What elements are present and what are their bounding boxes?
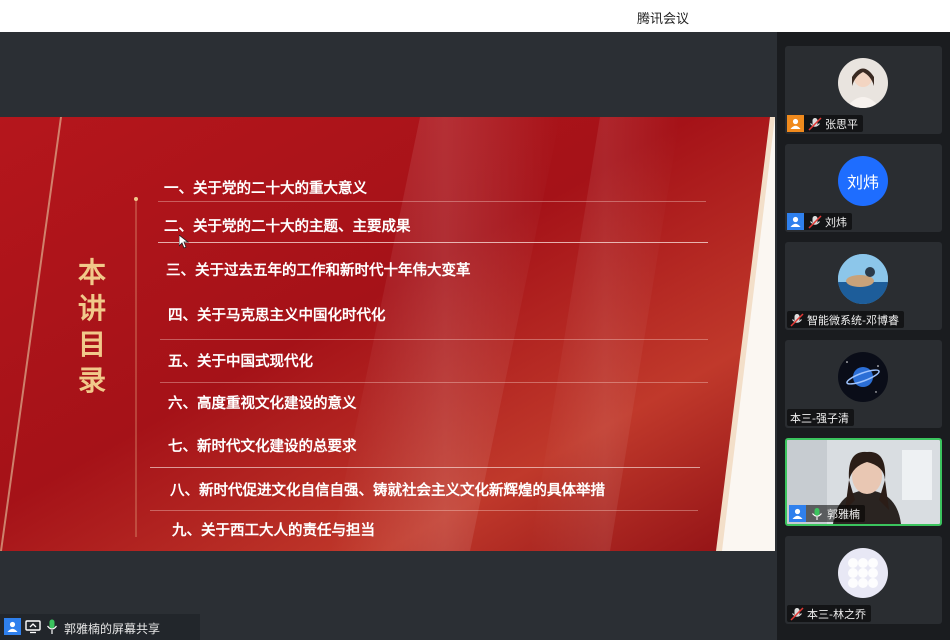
- participant-avatar: [838, 352, 888, 402]
- toc-item-8: 八、新时代促进文化自信自强、铸就社会主义文化新辉煌的具体举措: [170, 483, 605, 499]
- screen-share-owner-label: 郭雅楠的屏幕共享: [64, 622, 161, 636]
- microphone-active-icon: [812, 507, 822, 520]
- toc-title: 本讲目录: [77, 256, 108, 397]
- avatar-initials: 刘炜: [846, 173, 879, 192]
- user-icon: [789, 505, 806, 522]
- toc-divider: [160, 339, 708, 340]
- microphone-muted-icon: [808, 116, 822, 131]
- participant-avatar: [838, 58, 888, 108]
- participant-name-strip: 本三-强子清: [787, 409, 854, 426]
- participant-name-strip: 本三-林之乔: [787, 605, 871, 622]
- toc-divider: [158, 201, 706, 202]
- toc-item-2: 二、关于党的二十大的主题、主要成果: [164, 219, 411, 235]
- participant-name-strip: 张思平: [787, 115, 863, 132]
- participant-name: 本三-强子清: [790, 411, 849, 425]
- toc-item-6: 六、高度重视文化建设的意义: [168, 396, 357, 412]
- host-badge-icon: [787, 115, 804, 132]
- mouse-cursor-icon: [179, 235, 189, 249]
- participant-name-strip: 郭雅楠: [789, 505, 865, 522]
- participant-name-strip: 刘炜: [787, 213, 852, 230]
- participant-tile[interactable]: 张思平: [785, 46, 942, 134]
- participant-avatar: 刘炜: [838, 156, 888, 206]
- participant-avatar: [838, 254, 888, 304]
- participant-name: 张思平: [825, 117, 858, 131]
- toc-divider: [158, 242, 708, 243]
- toc-item-7: 七、新时代文化建设的总要求: [168, 439, 357, 455]
- user-icon: [787, 213, 804, 230]
- toc-item-1: 一、关于党的二十大的重大意义: [164, 181, 367, 197]
- toc-divider: [160, 382, 708, 383]
- microphone-muted-icon: [808, 214, 822, 229]
- microphone-muted-icon: [790, 312, 804, 327]
- participant-tile[interactable]: 本三-林之乔: [785, 536, 942, 624]
- participant-name: 郭雅楠: [827, 507, 860, 521]
- toc-divider: [150, 467, 700, 468]
- participant-name: 本三-林之乔: [807, 607, 866, 621]
- toc-item-4: 四、关于马克思主义中国化时代化: [168, 308, 386, 324]
- screen-share-icon: [25, 620, 41, 634]
- microphone-icon: [47, 619, 57, 634]
- user-icon: [4, 618, 21, 635]
- presentation-slide: 本讲目录 一、关于党的二十大的重大意义 二、关于党的二十大的主题、主要成果 三、…: [0, 117, 775, 551]
- participant-name: 智能微系统-邓博睿: [807, 313, 899, 327]
- participant-name: 刘炜: [825, 215, 847, 229]
- toc-item-3: 三、关于过去五年的工作和新时代十年伟大变革: [166, 263, 471, 279]
- title-bar: 腾讯会议: [0, 0, 950, 33]
- participant-tile[interactable]: 刘炜 刘炜: [785, 144, 942, 232]
- microphone-muted-icon: [790, 606, 804, 621]
- toc-item-9: 九、关于西工大人的责任与担当: [172, 523, 375, 539]
- participant-tile[interactable]: 智能微系统-邓博睿: [785, 242, 942, 330]
- toc-divider: [150, 510, 698, 511]
- window-title: 腾讯会议: [636, 12, 689, 27]
- participant-tile-active[interactable]: 郭雅楠: [785, 438, 942, 526]
- toc-item-5: 五、关于中国式现代化: [168, 354, 313, 370]
- participant-tile[interactable]: 本三-强子清: [785, 340, 942, 428]
- participant-avatar: [838, 548, 888, 598]
- participant-name-strip: 智能微系统-邓博睿: [787, 311, 904, 328]
